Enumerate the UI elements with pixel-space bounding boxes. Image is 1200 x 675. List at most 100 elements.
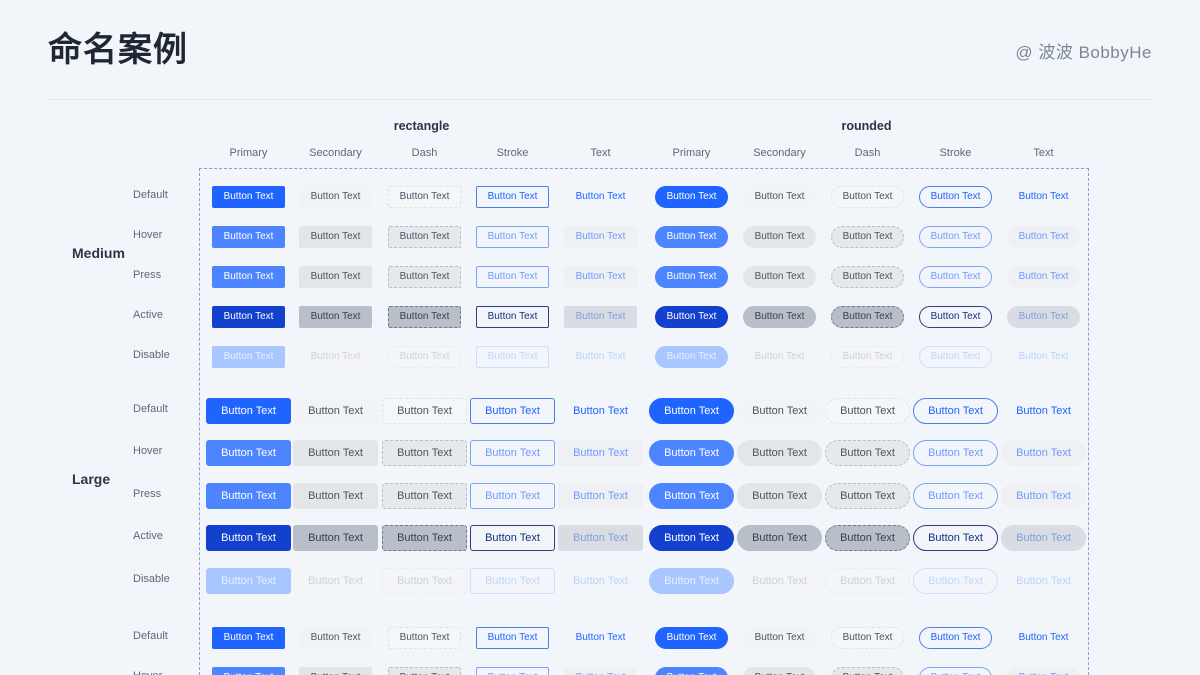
button-medium-rectangle-dash-press[interactable]: Button Text [388, 266, 462, 288]
button-small-rounded-dash-hover[interactable]: Button Text [831, 667, 905, 675]
button-large-rectangle-secondary-hover[interactable]: Button Text [293, 440, 378, 466]
button-large-rounded-dash-press[interactable]: Button Text [825, 483, 910, 509]
button-large-rounded-dash-hover[interactable]: Button Text [825, 440, 910, 466]
button-small-rectangle-dash-hover[interactable]: Button Text [388, 667, 462, 675]
button-medium-rectangle-secondary-press[interactable]: Button Text [299, 266, 373, 288]
button-large-rectangle-secondary-active[interactable]: Button Text [293, 525, 378, 551]
button-large-rounded-primary-disable[interactable]: Button Text [649, 568, 734, 594]
button-medium-rounded-dash-press[interactable]: Button Text [831, 266, 905, 288]
button-medium-rounded-dash-disable[interactable]: Button Text [831, 346, 905, 368]
button-small-rounded-text-hover[interactable]: Button Text [1007, 667, 1081, 675]
button-large-rectangle-secondary-default[interactable]: Button Text [293, 398, 378, 424]
button-medium-rectangle-secondary-hover[interactable]: Button Text [299, 226, 373, 248]
button-medium-rectangle-text-active[interactable]: Button Text [564, 306, 638, 328]
button-large-rectangle-dash-active[interactable]: Button Text [382, 525, 467, 551]
button-large-rounded-stroke-active[interactable]: Button Text [913, 525, 998, 551]
button-large-rectangle-stroke-active[interactable]: Button Text [470, 525, 555, 551]
button-large-rounded-stroke-default[interactable]: Button Text [913, 398, 998, 424]
button-medium-rounded-dash-default[interactable]: Button Text [831, 186, 905, 208]
button-small-rounded-primary-default[interactable]: Button Text [655, 627, 729, 649]
button-medium-rounded-text-press[interactable]: Button Text [1007, 266, 1081, 288]
button-small-rounded-secondary-default[interactable]: Button Text [743, 627, 817, 649]
button-large-rectangle-text-active[interactable]: Button Text [558, 525, 643, 551]
button-medium-rounded-text-hover[interactable]: Button Text [1007, 226, 1081, 248]
button-large-rectangle-primary-active[interactable]: Button Text [206, 525, 291, 551]
button-medium-rectangle-stroke-active[interactable]: Button Text [476, 306, 550, 328]
button-medium-rounded-stroke-active[interactable]: Button Text [919, 306, 993, 328]
button-small-rectangle-secondary-hover[interactable]: Button Text [299, 667, 373, 675]
button-large-rectangle-secondary-disable[interactable]: Button Text [293, 568, 378, 594]
button-medium-rounded-primary-disable[interactable]: Button Text [655, 346, 729, 368]
button-large-rounded-dash-default[interactable]: Button Text [825, 398, 910, 424]
button-large-rectangle-text-disable[interactable]: Button Text [558, 568, 643, 594]
button-large-rectangle-text-press[interactable]: Button Text [558, 483, 643, 509]
button-large-rounded-dash-active[interactable]: Button Text [825, 525, 910, 551]
button-large-rectangle-stroke-press[interactable]: Button Text [470, 483, 555, 509]
button-medium-rectangle-primary-hover[interactable]: Button Text [212, 226, 286, 248]
button-medium-rectangle-stroke-hover[interactable]: Button Text [476, 226, 550, 248]
button-medium-rectangle-dash-default[interactable]: Button Text [388, 186, 462, 208]
button-medium-rounded-text-default[interactable]: Button Text [1007, 186, 1081, 208]
button-small-rounded-text-default[interactable]: Button Text [1007, 627, 1081, 649]
button-medium-rounded-primary-hover[interactable]: Button Text [655, 226, 729, 248]
button-medium-rectangle-primary-active[interactable]: Button Text [212, 306, 286, 328]
button-large-rounded-text-hover[interactable]: Button Text [1001, 440, 1086, 466]
button-medium-rectangle-stroke-press[interactable]: Button Text [476, 266, 550, 288]
button-large-rounded-secondary-disable[interactable]: Button Text [737, 568, 822, 594]
button-medium-rounded-secondary-disable[interactable]: Button Text [743, 346, 817, 368]
button-small-rectangle-stroke-default[interactable]: Button Text [476, 627, 550, 649]
button-large-rectangle-primary-press[interactable]: Button Text [206, 483, 291, 509]
button-large-rectangle-primary-disable[interactable]: Button Text [206, 568, 291, 594]
button-large-rectangle-dash-press[interactable]: Button Text [382, 483, 467, 509]
button-medium-rectangle-text-hover[interactable]: Button Text [564, 226, 638, 248]
button-medium-rectangle-text-default[interactable]: Button Text [564, 186, 638, 208]
button-medium-rounded-dash-hover[interactable]: Button Text [831, 226, 905, 248]
button-small-rounded-secondary-hover[interactable]: Button Text [743, 667, 817, 675]
button-large-rectangle-dash-disable[interactable]: Button Text [382, 568, 467, 594]
button-small-rounded-stroke-hover[interactable]: Button Text [919, 667, 993, 675]
button-medium-rounded-primary-press[interactable]: Button Text [655, 266, 729, 288]
button-small-rectangle-primary-hover[interactable]: Button Text [212, 667, 286, 675]
button-large-rounded-primary-default[interactable]: Button Text [649, 398, 734, 424]
button-large-rounded-stroke-press[interactable]: Button Text [913, 483, 998, 509]
button-medium-rectangle-secondary-default[interactable]: Button Text [299, 186, 373, 208]
button-large-rectangle-primary-default[interactable]: Button Text [206, 398, 291, 424]
button-large-rectangle-text-hover[interactable]: Button Text [558, 440, 643, 466]
button-large-rounded-secondary-hover[interactable]: Button Text [737, 440, 822, 466]
button-medium-rounded-dash-active[interactable]: Button Text [831, 306, 905, 328]
button-small-rectangle-dash-default[interactable]: Button Text [388, 627, 462, 649]
button-medium-rectangle-text-disable[interactable]: Button Text [564, 346, 638, 368]
button-large-rounded-dash-disable[interactable]: Button Text [825, 568, 910, 594]
button-large-rounded-primary-press[interactable]: Button Text [649, 483, 734, 509]
button-medium-rectangle-secondary-active[interactable]: Button Text [299, 306, 373, 328]
button-large-rounded-primary-hover[interactable]: Button Text [649, 440, 734, 466]
button-large-rounded-secondary-press[interactable]: Button Text [737, 483, 822, 509]
button-large-rounded-secondary-default[interactable]: Button Text [737, 398, 822, 424]
button-small-rounded-stroke-default[interactable]: Button Text [919, 627, 993, 649]
button-small-rectangle-primary-default[interactable]: Button Text [212, 627, 286, 649]
button-large-rounded-text-disable[interactable]: Button Text [1001, 568, 1086, 594]
button-large-rounded-text-default[interactable]: Button Text [1001, 398, 1086, 424]
button-small-rectangle-text-hover[interactable]: Button Text [564, 667, 638, 675]
button-medium-rounded-stroke-default[interactable]: Button Text [919, 186, 993, 208]
button-medium-rectangle-stroke-default[interactable]: Button Text [476, 186, 550, 208]
button-medium-rounded-secondary-default[interactable]: Button Text [743, 186, 817, 208]
button-medium-rounded-stroke-press[interactable]: Button Text [919, 266, 993, 288]
button-medium-rounded-text-disable[interactable]: Button Text [1007, 346, 1081, 368]
button-medium-rectangle-primary-default[interactable]: Button Text [212, 186, 286, 208]
button-medium-rectangle-primary-disable[interactable]: Button Text [212, 346, 286, 368]
button-large-rectangle-dash-default[interactable]: Button Text [382, 398, 467, 424]
button-large-rectangle-secondary-press[interactable]: Button Text [293, 483, 378, 509]
button-large-rectangle-stroke-hover[interactable]: Button Text [470, 440, 555, 466]
button-large-rectangle-stroke-disable[interactable]: Button Text [470, 568, 555, 594]
button-medium-rounded-primary-active[interactable]: Button Text [655, 306, 729, 328]
button-medium-rounded-secondary-active[interactable]: Button Text [743, 306, 817, 328]
button-large-rounded-stroke-hover[interactable]: Button Text [913, 440, 998, 466]
button-medium-rectangle-stroke-disable[interactable]: Button Text [476, 346, 550, 368]
button-medium-rectangle-secondary-disable[interactable]: Button Text [299, 346, 373, 368]
button-large-rounded-text-active[interactable]: Button Text [1001, 525, 1086, 551]
button-small-rectangle-secondary-default[interactable]: Button Text [299, 627, 373, 649]
button-large-rectangle-text-default[interactable]: Button Text [558, 398, 643, 424]
button-large-rectangle-dash-hover[interactable]: Button Text [382, 440, 467, 466]
button-small-rounded-dash-default[interactable]: Button Text [831, 627, 905, 649]
